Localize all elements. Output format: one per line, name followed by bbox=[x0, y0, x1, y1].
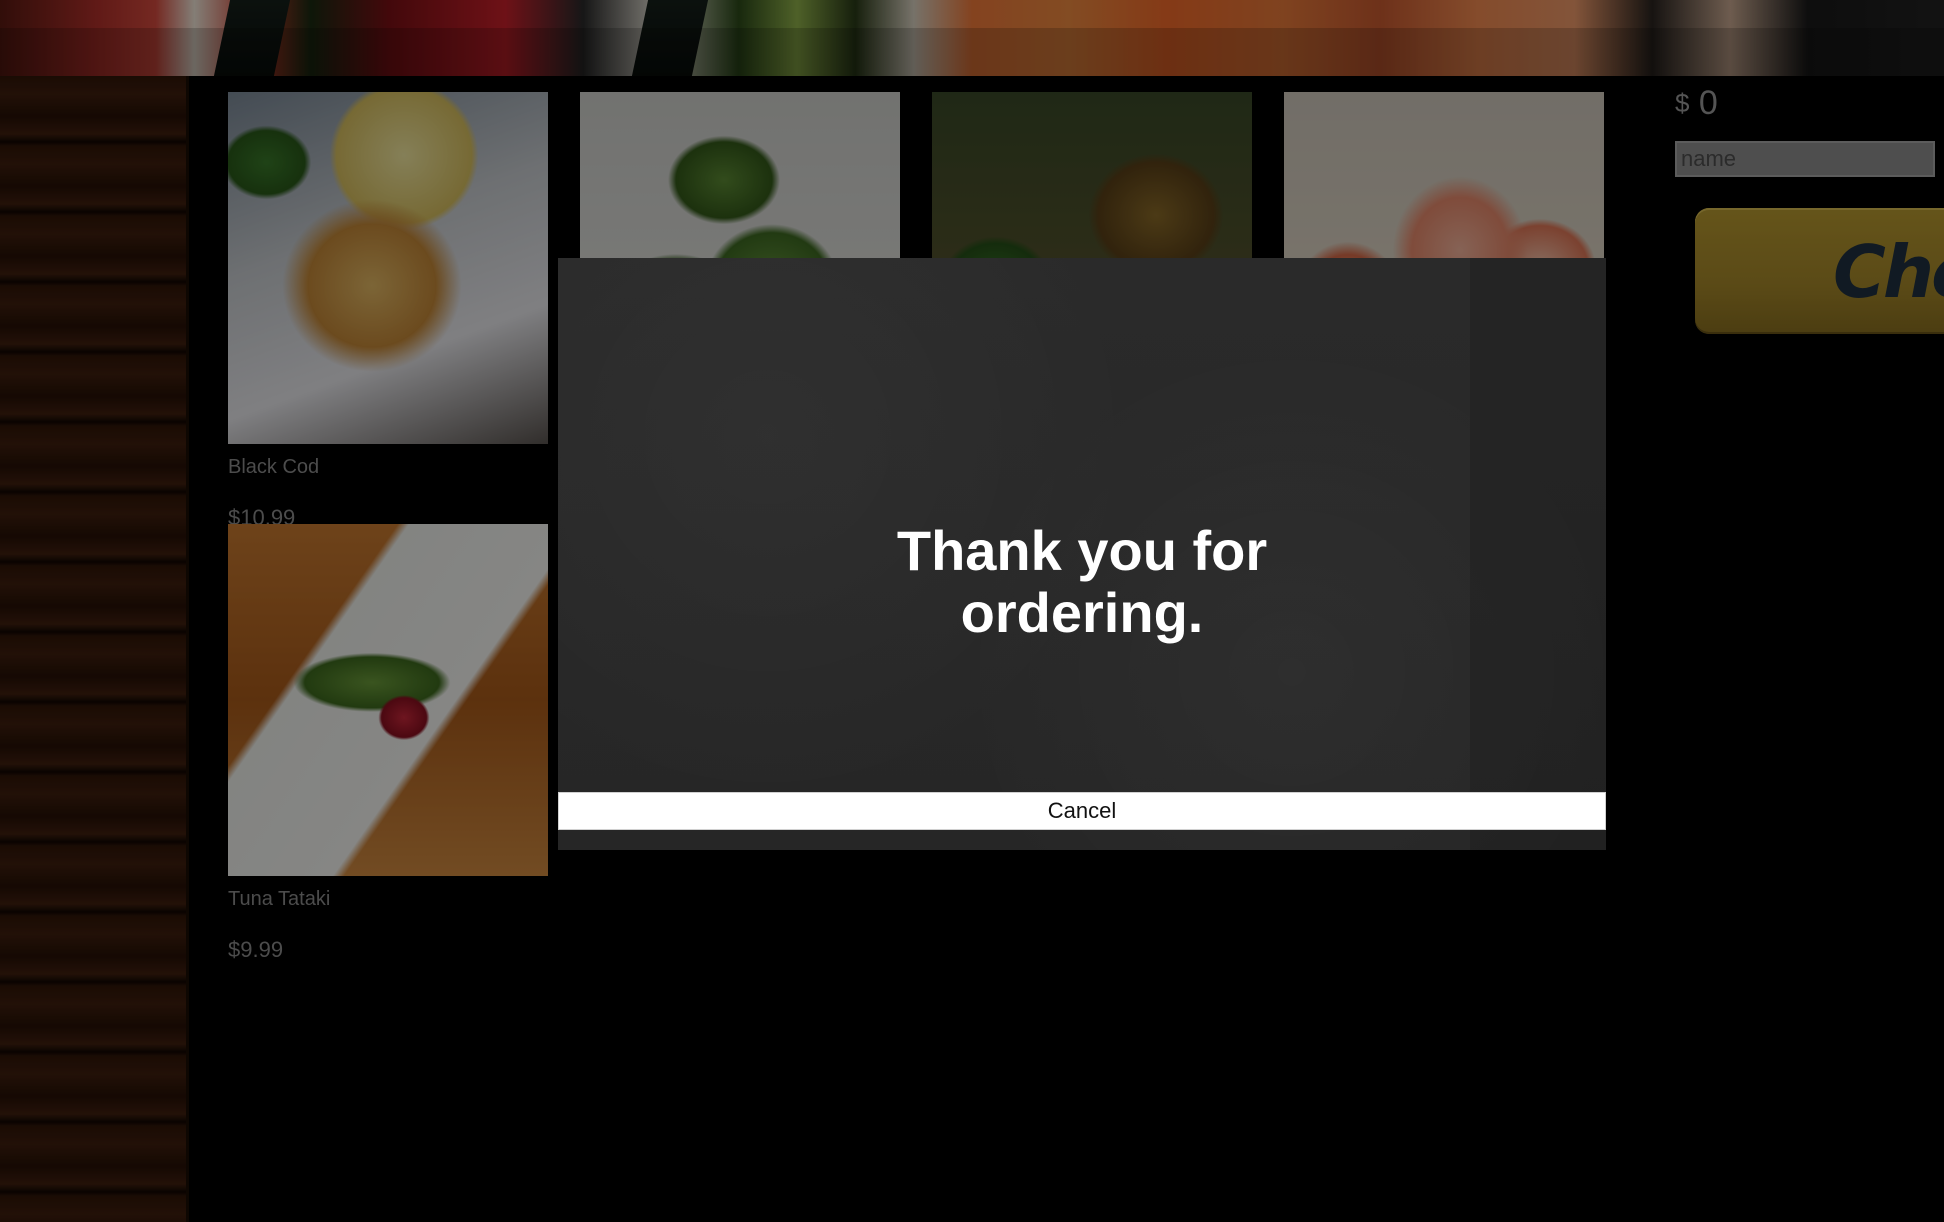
confirmation-text: Thank you for ordering. bbox=[896, 519, 1268, 644]
cancel-button[interactable]: Cancel bbox=[558, 792, 1606, 830]
confirmation-message: Thank you for ordering. bbox=[558, 520, 1606, 644]
page-root: Black Cod $10.99 Tuna Tataki $9.99 $ 0 C… bbox=[0, 0, 1944, 1222]
order-confirmation-dialog: Thank you for ordering. Cancel bbox=[558, 258, 1606, 850]
